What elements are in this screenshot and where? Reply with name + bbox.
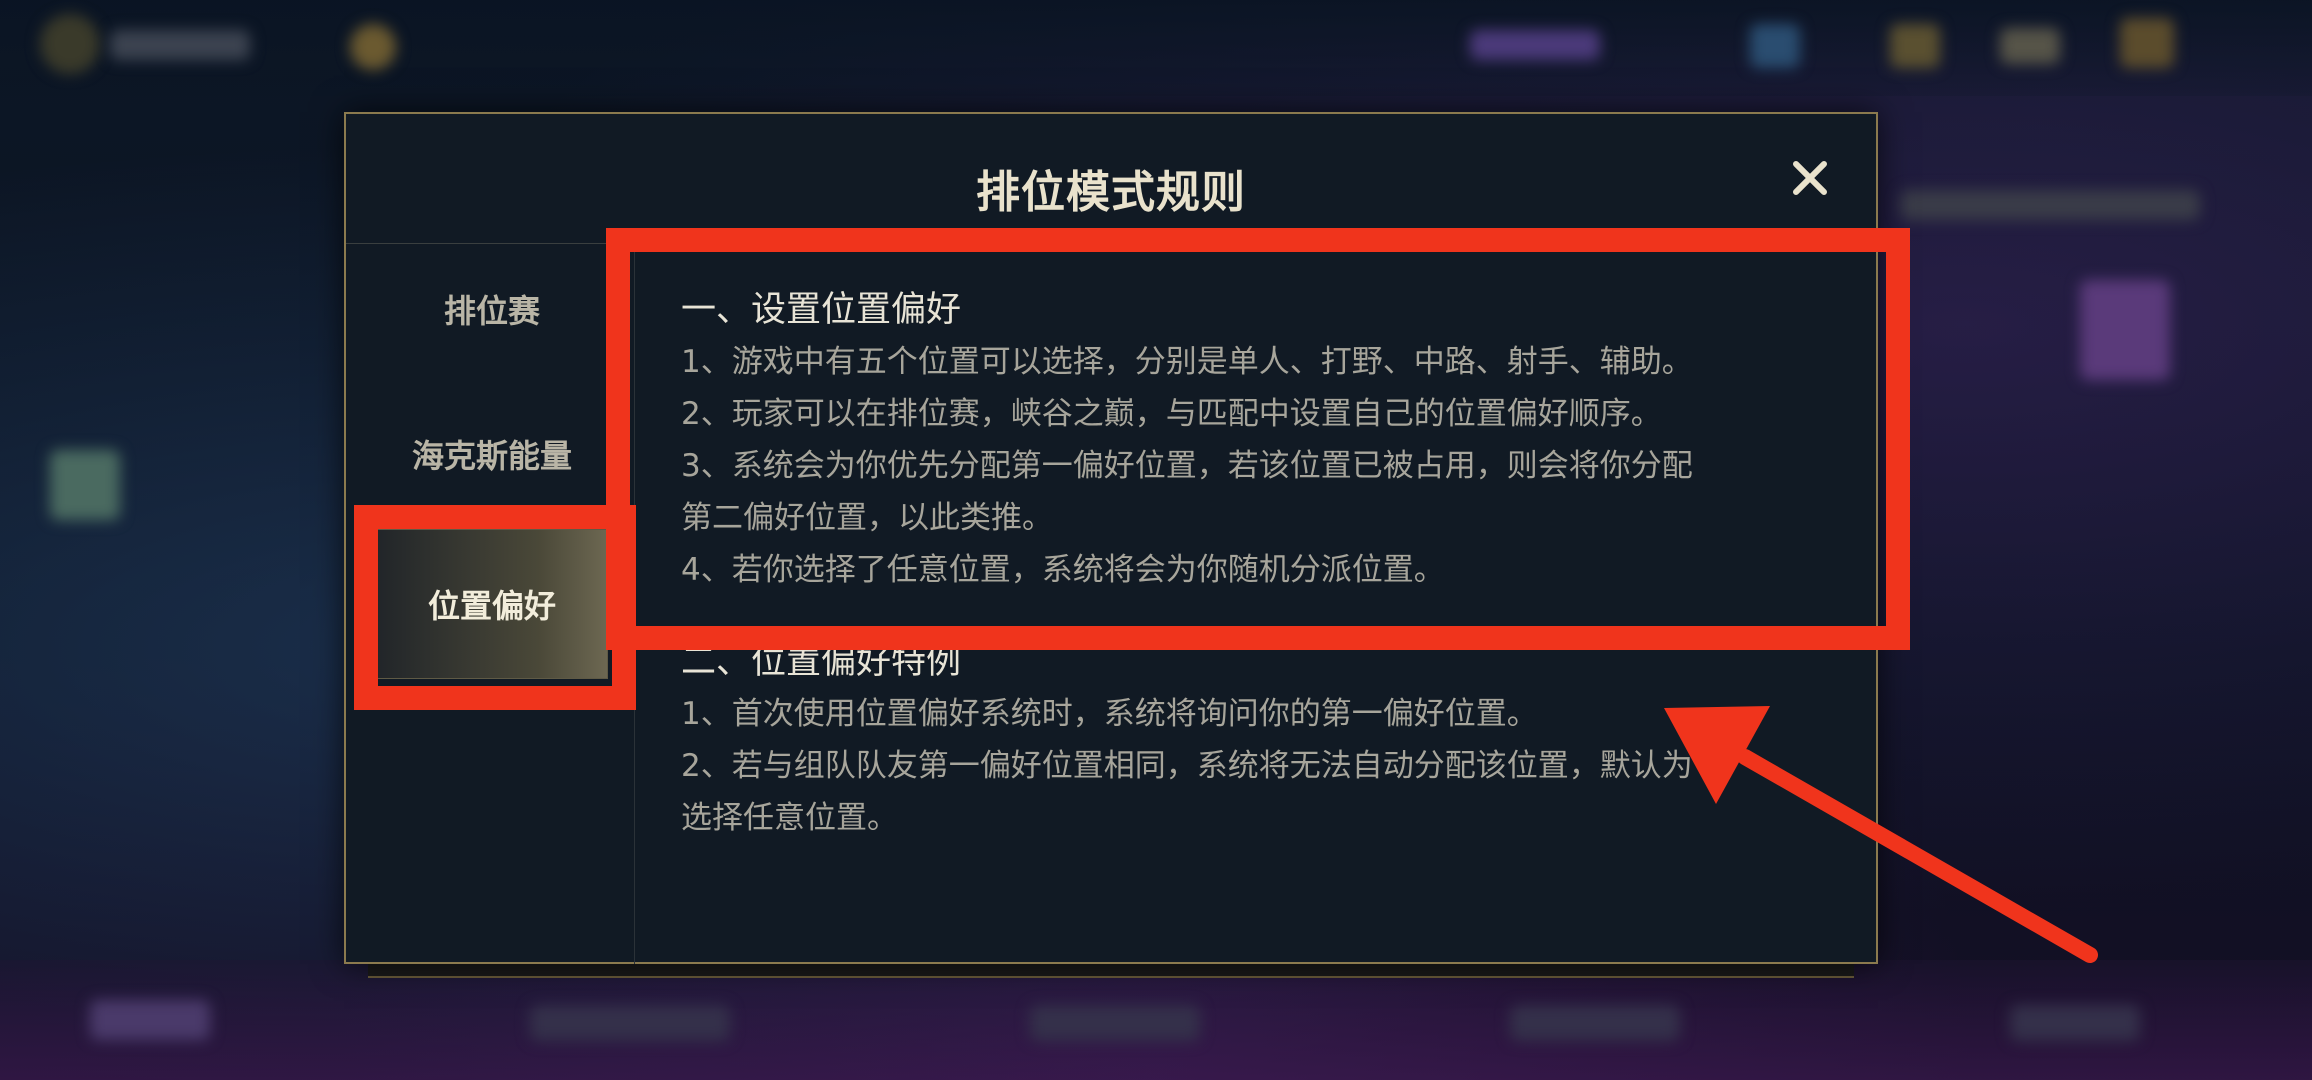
annotation-arrow — [1664, 706, 2098, 963]
